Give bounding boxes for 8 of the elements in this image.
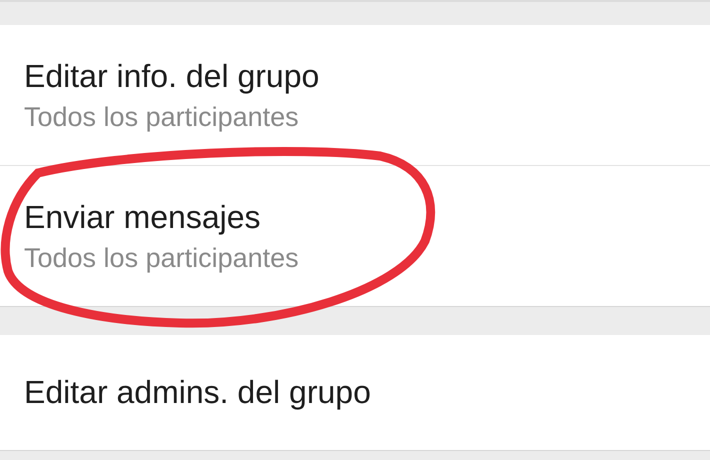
item-title: Editar info. del grupo [24,56,320,95]
item-subtitle: Todos los participantes [24,101,299,134]
settings-item[interactable]: Editar info. del grupo Todos los participantes [0,25,710,165]
item-title: Editar admins. del grupo [24,373,371,412]
settings-item[interactable]: Enviar mensajes Todos los participantes [0,166,710,306]
item-subtitle: Todos los participantes [24,242,299,274]
item-title: Enviar mensajes [24,198,261,236]
settings-item[interactable]: Editar admins. del grupo [0,335,710,450]
